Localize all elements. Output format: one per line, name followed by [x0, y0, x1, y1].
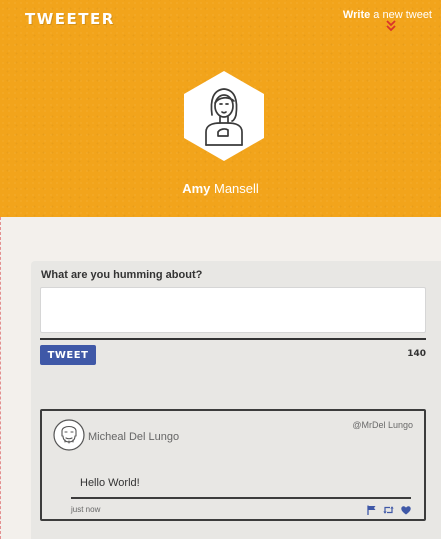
- double-chevron-down-icon[interactable]: [384, 19, 398, 33]
- retweet-icon[interactable]: [383, 505, 394, 515]
- flag-icon[interactable]: [367, 505, 376, 515]
- write-link-rest: a new tweet: [370, 9, 432, 21]
- tweet-input[interactable]: [40, 287, 426, 333]
- margin-divider: [0, 217, 1, 539]
- profile-last-name: Mansell: [210, 181, 259, 196]
- tweet-actions: [367, 505, 411, 515]
- profile-name: Amy Mansell: [0, 181, 441, 196]
- tweet-timestamp: just now: [71, 505, 101, 514]
- author-handle[interactable]: @MrDel Lungo: [352, 420, 413, 430]
- tweet-button[interactable]: TWEET: [40, 345, 96, 365]
- char-counter: 140: [407, 349, 426, 359]
- author-name[interactable]: Micheal Del Lungo: [88, 431, 179, 443]
- tweet-body: Hello World!: [80, 477, 140, 489]
- write-link-bold: Write: [342, 9, 371, 21]
- profile-avatar: [184, 71, 264, 161]
- heart-icon[interactable]: [401, 505, 411, 515]
- app-logo[interactable]: TWEETER: [25, 10, 115, 28]
- tweet-card: Micheal Del Lungo @MrDel Lungo Hello Wor…: [40, 409, 426, 521]
- tweet-divider: [71, 497, 411, 499]
- author-avatar[interactable]: [53, 419, 85, 451]
- compose-divider: [40, 338, 426, 340]
- profile-header: TWEETER Write a new tweet Amy Mansell: [0, 0, 441, 217]
- compose-label: What are you humming about?: [41, 269, 203, 281]
- profile-first-name: Amy: [182, 181, 211, 196]
